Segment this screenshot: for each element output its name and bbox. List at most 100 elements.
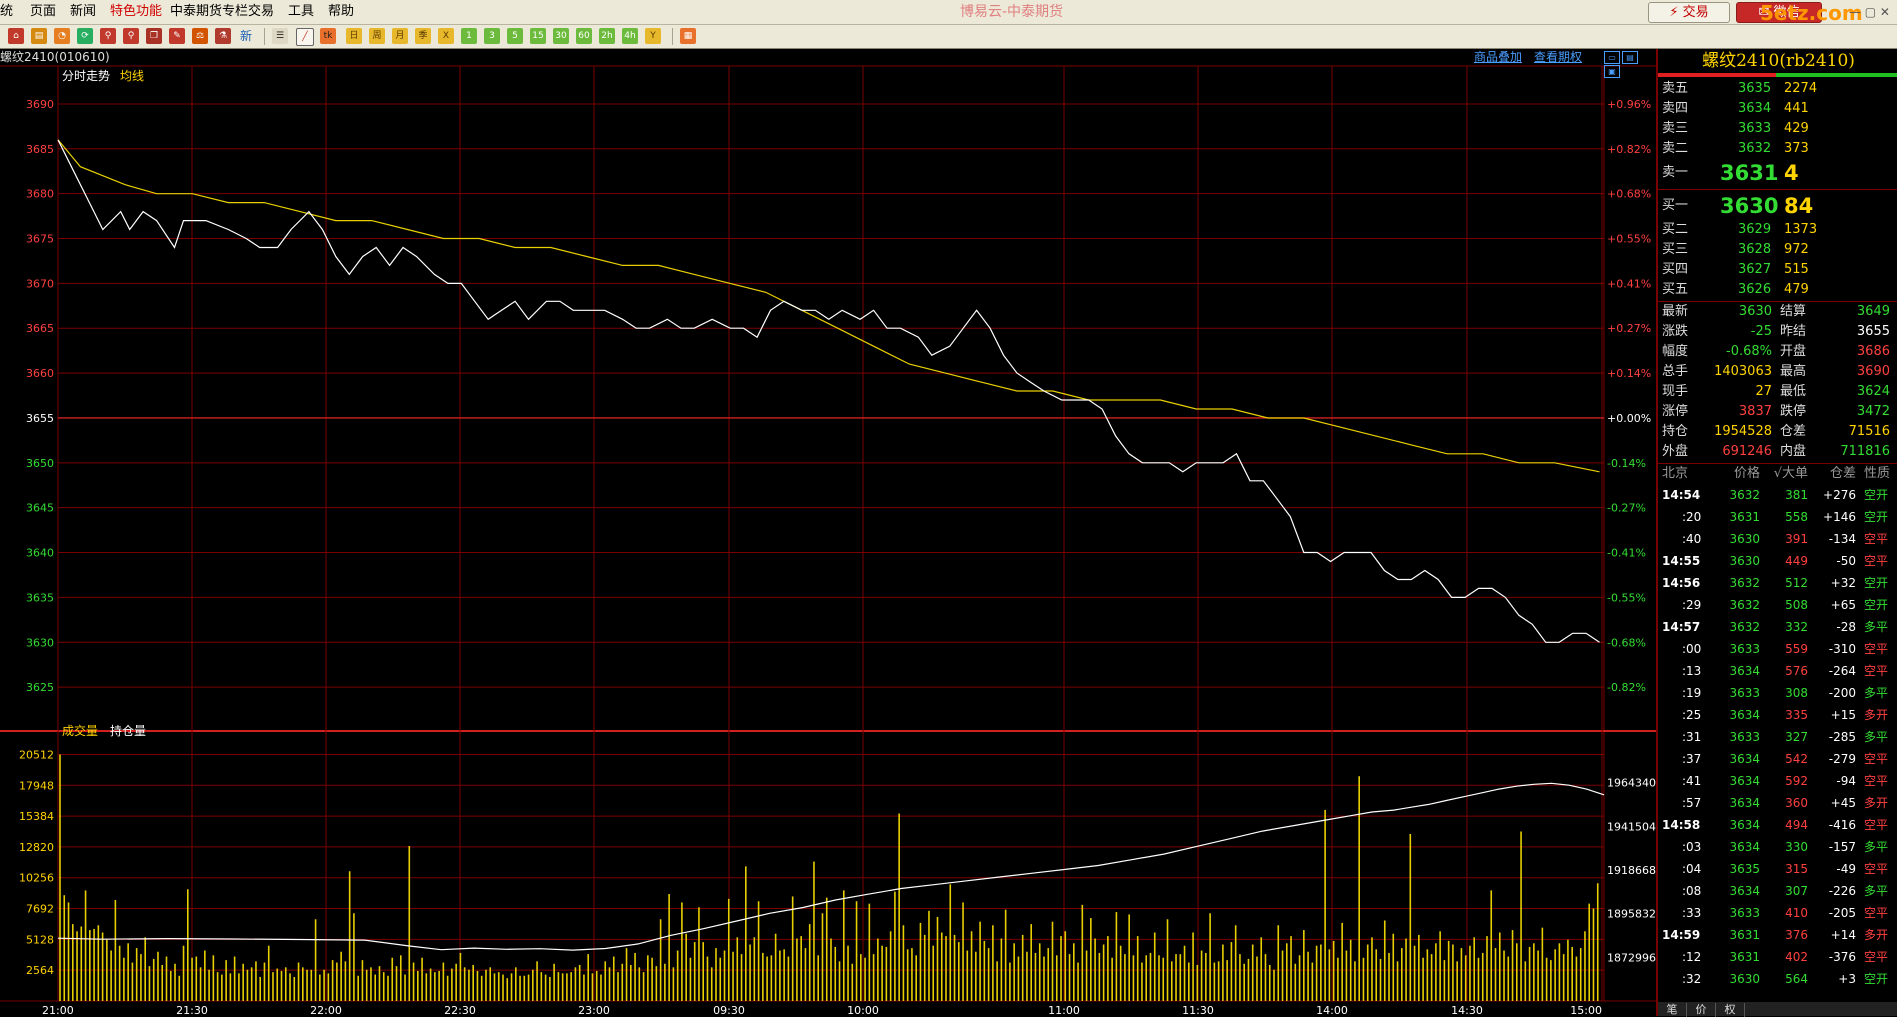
quote-tab-0[interactable]: 笔 [1658,1003,1687,1017]
window-controls[interactable]: — ▢ ✕ [1840,3,1890,21]
tick-oi-change: +15 [1830,708,1856,722]
tick-time: :32 [1682,972,1702,986]
period-2[interactable]: 月 [392,28,408,44]
search-icon[interactable]: ⚲ [100,28,116,44]
tick-volume: 307 [1785,884,1808,898]
volume-tick-label: 5128 [26,933,54,946]
period-13[interactable]: Y [645,28,661,44]
period-3[interactable]: 季 [415,28,431,44]
stat-value: 3655 [1856,324,1890,339]
period-8[interactable]: 15 [530,28,546,44]
period-0[interactable]: 日 [346,28,362,44]
period-7[interactable]: 5 [507,28,523,44]
chart-line-icon[interactable]: ╱ [296,28,314,46]
tick-row: :57 3634 360 +45 多开 [1658,792,1897,814]
tick-volume: 308 [1785,686,1808,700]
zoom-icon[interactable]: ⚲ [123,28,139,44]
menu-item-6[interactable]: 工具 [288,0,314,24]
tick-price: 3631 [1729,950,1760,964]
menu-item-2[interactable]: 新闻 [70,0,96,24]
toolbar: ⌂ ▤ ◔ ⟳ ⚲ ⚲ ❐ ✎ ⚖ ⚗ 新 ☰ ╱ tk 日周月季 X 1 3 5 15 30 60 2h 4h Y ▦ [0,25,1897,49]
stack-commodity-link[interactable]: 商品叠加 [1474,49,1522,65]
period-1[interactable]: 周 [369,28,385,44]
calculator-icon[interactable]: ▦ [680,28,696,44]
quote-tab-1[interactable]: 价 [1687,1003,1716,1017]
layout-one-icon[interactable]: ▭ [1604,51,1620,64]
tick-header-volume: √大单 [1773,466,1808,481]
time-tick-label: 09:30 [713,1004,745,1016]
tick-nature: 多开 [1864,928,1889,942]
quote-tab-2[interactable]: 权 [1716,1003,1745,1017]
intraday-chart[interactable]: 3690 +0.96% 3685 +0.82% 3680 +0.68% 3675 +0.55%… [0,49,1657,1016]
tick-price: 3632 [1729,488,1760,502]
menu-item-1[interactable]: 页面 [30,0,56,24]
pct-tick-label: +0.41% [1607,277,1651,290]
tick-price: 3633 [1729,686,1760,700]
stat-value: -0.68% [1726,344,1772,359]
app-title: 博易云-中泰期货 [960,4,1064,20]
contract-info-line: 螺纹2410(010610) [0,50,110,64]
menu-item-3[interactable]: 特色功能 [110,0,162,24]
scale-icon[interactable]: ⚖ [192,28,208,44]
menu-item-5[interactable]: 交易 [248,0,274,24]
period-11[interactable]: 2h [599,28,615,44]
period-9[interactable]: 30 [553,28,569,44]
price-tick-label: 3640 [26,547,54,560]
quote-row: 卖三 3633 429 [1658,119,1897,139]
tick-nature: 空平 [1864,664,1889,678]
quote-panel: 螺纹2410(rb2410) 卖五 3635 2274 卖四 3634 441 卖三 3633… [1656,49,1897,1017]
bid1-price: 3630 [1720,194,1779,218]
tick-nature: 空平 [1864,774,1889,788]
tick-price: 3634 [1729,840,1760,854]
ask-price: 3632 [1738,141,1772,156]
trade-button[interactable]: ⚡ 交易 [1648,2,1730,23]
new-button[interactable]: 新 [238,28,254,44]
pct-tick-label: +0.96% [1607,98,1651,111]
price-tick-label: 3690 [26,98,54,111]
ask-price: 3633 [1738,121,1772,136]
period-5[interactable]: 1 [461,28,477,44]
bid-volume: 515 [1784,262,1809,277]
menu-item-0[interactable]: 统 [0,0,13,24]
layout-two-icon[interactable]: ▤ [1622,51,1638,64]
tick-oi-change: +32 [1830,576,1856,590]
tick-row: 14:57 3632 332 -28 多平 [1658,616,1897,638]
quote-tabs: 笔价权 [1658,1002,1897,1017]
stat-value: 3472 [1856,404,1890,419]
oi-tick-label: 1964340 [1607,777,1656,790]
view-options-link[interactable]: 查看期权 [1534,49,1582,65]
quote-title: 螺纹2410(rb2410) [1702,51,1855,71]
tick-volume: 410 [1785,906,1808,920]
ask-volume: 441 [1784,101,1809,116]
tick-volume: 592 [1785,774,1808,788]
stat-label: 涨跌 [1662,324,1689,339]
tick-row: :31 3633 327 -285 多平 [1658,726,1897,748]
intraday-chart-area[interactable]: 3690 +0.96% 3685 +0.82% 3680 +0.68% 3675 +0.55%… [0,49,1657,1016]
ask-volume: 429 [1784,121,1809,136]
period-12[interactable]: 4h [622,28,638,44]
tick-volume: 332 [1785,620,1808,634]
menu-item-4[interactable]: 中泰期货专栏 [170,0,248,24]
window-icon[interactable]: ❐ [146,28,162,44]
quote-row: 卖二 3632 373 [1658,139,1897,159]
tick-oi-change: -50 [1836,554,1856,568]
tick-row: :37 3634 542 -279 空平 [1658,748,1897,770]
home-icon[interactable]: ⌂ [8,28,24,44]
layout-max-icon[interactable]: ▣ [1604,65,1620,78]
refresh-icon[interactable]: ⟳ [77,28,93,44]
tick-nature: 多开 [1864,796,1889,810]
menu-item-7[interactable]: 帮助 [328,0,354,24]
list-icon[interactable]: ☰ [272,28,288,44]
tick-time: :40 [1682,532,1702,546]
period-10[interactable]: 60 [576,28,592,44]
pencil-icon[interactable]: ✎ [169,28,185,44]
note-icon[interactable]: ▤ [31,28,47,44]
gauge-icon[interactable]: ◔ [54,28,70,44]
tick-icon[interactable]: tk [320,28,336,44]
stat-label: 最高 [1780,364,1807,379]
period-6[interactable]: 3 [484,28,500,44]
period-4[interactable]: X [438,28,454,44]
tick-price: 3634 [1729,774,1760,788]
price-tick-label: 3660 [26,367,54,380]
flask-icon[interactable]: ⚗ [215,28,231,44]
